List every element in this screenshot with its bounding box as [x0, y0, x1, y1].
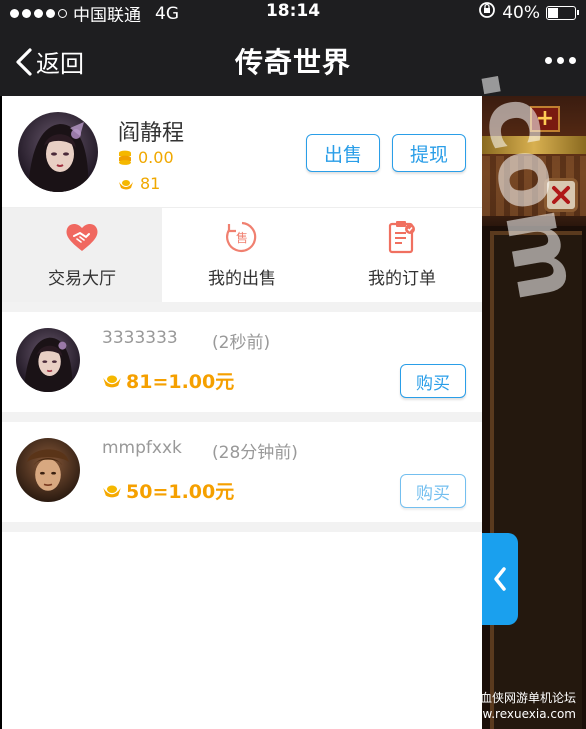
game-close-button[interactable] — [544, 178, 578, 212]
close-icon — [552, 186, 570, 204]
status-bar: 中国联通 4G 18:14 40% — [0, 0, 586, 26]
tab-label: 我的出售 — [208, 269, 276, 289]
divider — [2, 522, 482, 532]
listing-price: 50=1.00元 — [102, 477, 234, 504]
ingot-balance: 81 — [118, 174, 160, 193]
tab-trade-hall[interactable]: 交易大厅 — [2, 208, 162, 302]
user-name: 阎静程 — [118, 121, 185, 146]
seller-name: 3333333 — [102, 328, 178, 348]
list-item: 3333333 (2秒前) 81=1.00元 购买 — [2, 312, 482, 412]
coin-balance: 0.00 — [118, 148, 174, 167]
sell-button[interactable]: 出售 — [306, 134, 380, 172]
divider — [2, 412, 482, 422]
price-text: 81=1.00元 — [126, 371, 235, 393]
status-right: 40% — [478, 1, 579, 24]
buy-button[interactable]: 购买 — [400, 364, 466, 398]
rotation-lock-icon — [478, 1, 496, 24]
seller-avatar — [16, 328, 80, 392]
tab-my-sales[interactable]: 售 我的出售 — [162, 208, 322, 302]
listing-price: 81=1.00元 — [102, 367, 234, 394]
divider — [2, 302, 482, 312]
order-clipboard-icon — [388, 221, 415, 254]
nav-bar: 返回 传奇世界 — [0, 22, 586, 96]
listing-time: (2秒前) — [212, 333, 271, 353]
battery-icon — [546, 5, 579, 20]
coin-amount: 0.00 — [138, 148, 174, 167]
trade-panel: 阎静程 0.00 81 出售 提现 交易大厅 售 我的出售 我的订单 33333… — [2, 96, 482, 729]
seller-name: mmpfxxk — [102, 438, 182, 458]
chevron-left-icon — [494, 567, 506, 591]
game-frame-trim — [482, 136, 586, 154]
more-dot-icon — [568, 56, 576, 64]
seller-avatar — [16, 438, 80, 502]
sell-tag-icon: 售 — [226, 221, 257, 253]
game-plus-button[interactable]: + — [530, 106, 560, 132]
more-options-button[interactable] — [540, 48, 580, 72]
more-dot-icon — [556, 56, 564, 64]
withdraw-button[interactable]: 提现 — [392, 134, 466, 172]
side-collapse-tab[interactable] — [482, 533, 518, 625]
gold-ingot-icon — [103, 485, 121, 498]
site-watermark: 热血侠网游单机论坛 www.rexuexia.com — [463, 690, 576, 722]
tab-label: 我的订单 — [368, 269, 436, 289]
more-dot-icon — [544, 56, 552, 64]
gold-ingot-icon — [103, 375, 121, 388]
battery-percent: 40% — [502, 2, 540, 23]
tab-my-orders[interactable]: 我的订单 — [322, 208, 482, 302]
list-item: mmpfxxk (28分钟前) 50=1.00元 购买 — [2, 422, 482, 522]
user-profile: 阎静程 0.00 81 出售 提现 — [2, 96, 482, 208]
price-text: 50=1.00元 — [126, 481, 235, 503]
page-title: 传奇世界 — [234, 46, 351, 79]
tab-bar: 交易大厅 售 我的出售 我的订单 — [2, 208, 482, 302]
handshake-heart-icon — [66, 223, 98, 251]
buy-button[interactable]: 购买 — [400, 474, 466, 508]
gold-ingot-icon — [119, 179, 133, 189]
watermark-line1: 热血侠网游单机论坛 — [467, 691, 576, 705]
listing-time: (28分钟前) — [212, 443, 298, 463]
tab-label: 交易大厅 — [48, 269, 116, 289]
game-panel — [490, 231, 582, 729]
svg-text:售: 售 — [236, 230, 248, 245]
avatar — [18, 112, 98, 192]
ingot-amount: 81 — [140, 174, 161, 193]
coin-stack-icon — [119, 150, 131, 165]
watermark-line2: www.rexuexia.com — [462, 707, 576, 721]
